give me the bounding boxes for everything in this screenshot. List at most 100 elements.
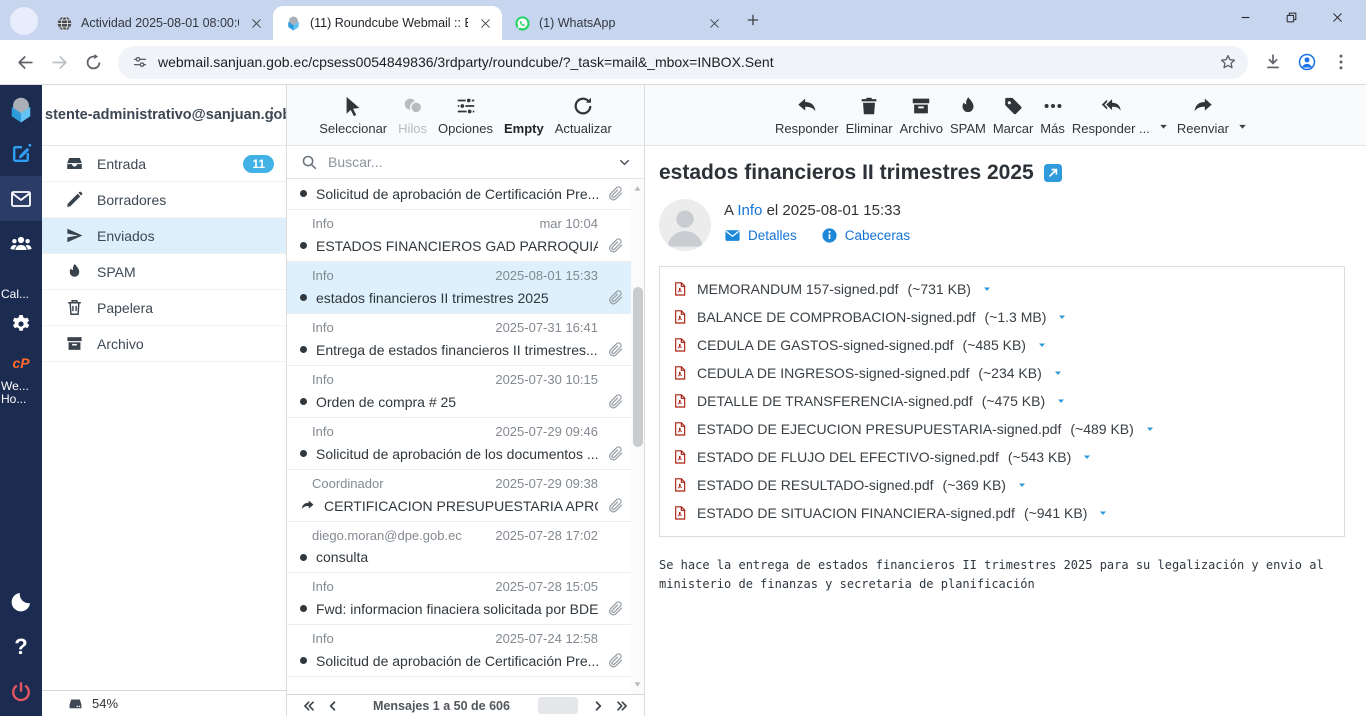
attachment-menu-caret-icon[interactable] <box>981 283 993 295</box>
attachment-name[interactable]: MEMORANDUM 157-signed.pdf <box>697 281 899 297</box>
first-page-button[interactable] <box>297 699 321 713</box>
scroll-down-icon[interactable] <box>633 680 642 689</box>
compose-button[interactable] <box>0 131 42 176</box>
spam-button[interactable]: SPAM <box>950 94 986 136</box>
folder-item-papelera[interactable]: Papelera <box>42 290 286 326</box>
attachment-name[interactable]: BALANCE DE COMPROBACION-signed.pdf <box>697 309 976 325</box>
message-row[interactable]: Info 2025-07-31 16:41 Entrega de estados… <box>287 314 644 366</box>
attachment-menu-caret-icon[interactable] <box>1144 423 1156 435</box>
next-page-button[interactable] <box>586 699 610 713</box>
contacts-nav-button[interactable] <box>0 221 42 266</box>
attachment-name[interactable]: DETALLE DE TRANSFERENCIA-signed.pdf <box>697 393 973 409</box>
tab-search-button[interactable] <box>10 7 38 35</box>
dropdown-caret-icon[interactable] <box>1157 120 1170 133</box>
actualizar-button[interactable]: Actualizar <box>555 94 612 136</box>
attachment-row[interactable]: ESTADO DE EJECUCION PRESUPUESTARIA-signe… <box>672 415 1332 443</box>
bookmark-star-icon[interactable] <box>1214 48 1242 76</box>
responder-button[interactable]: Responder ... <box>1072 94 1150 136</box>
prev-page-button[interactable] <box>321 699 345 713</box>
back-button[interactable] <box>8 45 42 79</box>
last-page-button[interactable] <box>610 699 634 713</box>
opciones-button[interactable]: Opciones <box>438 94 493 136</box>
webmail-home-label-2[interactable]: Ho... <box>0 393 42 406</box>
message-row[interactable]: Info mar 10:04 ESTADOS FINANCIEROS GAD P… <box>287 210 644 262</box>
attachment-name[interactable]: ESTADO DE EJECUCION PRESUPUESTARIA-signe… <box>697 421 1061 437</box>
site-info-icon[interactable] <box>132 54 148 70</box>
attachment-row[interactable]: ESTADO DE FLUJO DEL EFECTIVO-signed.pdf … <box>672 443 1332 471</box>
reload-button[interactable] <box>76 45 110 79</box>
attachment-name[interactable]: ESTADO DE SITUACION FINANCIERA-signed.pd… <box>697 505 1015 521</box>
attachment-name[interactable]: CEDULA DE GASTOS-signed-signed.pdf <box>697 337 954 353</box>
attachment-name[interactable]: CEDULA DE INGRESOS-signed-signed.pdf <box>697 365 969 381</box>
close-button[interactable] <box>1314 0 1360 34</box>
message-row[interactable]: Info 2025-07-29 09:46 Solicitud de aprob… <box>287 418 644 470</box>
message-row[interactable]: Info 2025-08-01 15:33 estados financiero… <box>287 262 644 314</box>
dropdown-caret-icon[interactable] <box>1236 120 1249 133</box>
browser-tab[interactable]: (11) Roundcube Webmail :: Envi <box>273 6 502 40</box>
message-row[interactable]: Coordinador 2025-07-29 09:38 CERTIFICACI… <box>287 470 644 522</box>
help-button[interactable]: ? <box>0 624 42 669</box>
calendar-nav-label[interactable]: Cal... <box>0 288 42 301</box>
dark-mode-button[interactable] <box>0 579 42 624</box>
headers-link[interactable]: Cabeceras <box>821 227 910 244</box>
folder-options-button[interactable] <box>264 105 280 121</box>
attachment-row[interactable]: ESTADO DE SITUACION FINANCIERA-signed.pd… <box>672 499 1332 527</box>
folder-item-borradores[interactable]: Borradores <box>42 182 286 218</box>
attachment-menu-caret-icon[interactable] <box>1081 451 1093 463</box>
attachment-name[interactable]: ESTADO DE RESULTADO-signed.pdf <box>697 477 934 493</box>
hilos-button[interactable]: Hilos <box>398 94 427 136</box>
folder-item-entrada[interactable]: Entrada 11 <box>42 146 286 182</box>
attachment-menu-caret-icon[interactable] <box>1055 395 1067 407</box>
scroll-up-icon[interactable] <box>633 184 642 193</box>
message-row[interactable]: Info 2025-07-24 12:58 Solicitud de aprob… <box>287 625 644 677</box>
attachment-row[interactable]: ESTADO DE RESULTADO-signed.pdf (~369 KB) <box>672 471 1332 499</box>
message-row[interactable]: Info 2025-07-30 10:15 Orden de compra # … <box>287 366 644 418</box>
attachment-row[interactable]: BALANCE DE COMPROBACION-signed.pdf (~1.3… <box>672 303 1332 331</box>
attachment-menu-caret-icon[interactable] <box>1016 479 1028 491</box>
forward-button[interactable] <box>42 45 76 79</box>
message-row[interactable]: diego.moran@dpe.gob.ec 2025-07-28 17:02 … <box>287 522 644 573</box>
attachment-row[interactable]: CEDULA DE INGRESOS-signed-signed.pdf (~2… <box>672 359 1332 387</box>
new-tab-button[interactable] <box>739 6 767 34</box>
profile-button[interactable] <box>1290 45 1324 79</box>
attachment-menu-caret-icon[interactable] <box>1056 311 1068 323</box>
address-bar[interactable]: webmail.sanjuan.gob.ec/cpsess0054849836/… <box>118 46 1248 79</box>
message-row[interactable]: Info 2025-07-28 15:05 Fwd: informacion f… <box>287 573 644 625</box>
attachment-row[interactable]: DETALLE DE TRANSFERENCIA-signed.pdf (~47… <box>672 387 1332 415</box>
scrollbar-thumb[interactable] <box>633 287 643 447</box>
attachment-row[interactable]: CEDULA DE GASTOS-signed-signed.pdf (~485… <box>672 331 1332 359</box>
settings-nav-button[interactable] <box>0 301 42 346</box>
m-s-button[interactable]: Más <box>1040 94 1065 136</box>
eliminar-button[interactable]: Eliminar <box>846 94 893 136</box>
browser-tab[interactable]: Actividad 2025-08-01 08:00:00 <box>44 6 273 40</box>
empty-button[interactable]: Empty <box>504 94 544 136</box>
archivo-button[interactable]: Archivo <box>900 94 943 136</box>
reenviar-button[interactable]: Reenviar <box>1177 94 1229 136</box>
folder-item-enviados[interactable]: Enviados <box>42 218 286 254</box>
tab-close-icon[interactable] <box>705 14 723 32</box>
search-input[interactable] <box>328 154 607 170</box>
attachment-menu-caret-icon[interactable] <box>1036 339 1048 351</box>
details-link[interactable]: Detalles <box>724 227 797 244</box>
responder-button[interactable]: Responder <box>775 94 839 136</box>
search-options-chevron-icon[interactable] <box>617 155 632 170</box>
minimize-button[interactable] <box>1222 0 1268 34</box>
marcar-button[interactable]: Marcar <box>993 94 1033 136</box>
browser-menu-button[interactable] <box>1324 45 1358 79</box>
tab-close-icon[interactable] <box>476 14 494 32</box>
downloads-button[interactable] <box>1256 45 1290 79</box>
list-scrollbar[interactable] <box>631 179 644 694</box>
mail-nav-button[interactable] <box>0 176 42 221</box>
webmail-home-label-1[interactable]: We... <box>0 380 42 393</box>
restore-button[interactable] <box>1268 0 1314 34</box>
attachment-menu-caret-icon[interactable] <box>1052 367 1064 379</box>
attachment-row[interactable]: MEMORANDUM 157-signed.pdf (~731 KB) <box>672 275 1332 303</box>
attachment-name[interactable]: ESTADO DE FLUJO DEL EFECTIVO-signed.pdf <box>697 449 999 465</box>
browser-tab[interactable]: (1) WhatsApp <box>502 6 731 40</box>
folder-item-archivo[interactable]: Archivo <box>42 326 286 362</box>
folder-item-spam[interactable]: SPAM <box>42 254 286 290</box>
page-input[interactable] <box>538 697 578 714</box>
recipient-link[interactable]: Info <box>737 202 762 219</box>
attachment-menu-caret-icon[interactable] <box>1097 507 1109 519</box>
open-in-new-window-icon[interactable] <box>1044 164 1062 182</box>
